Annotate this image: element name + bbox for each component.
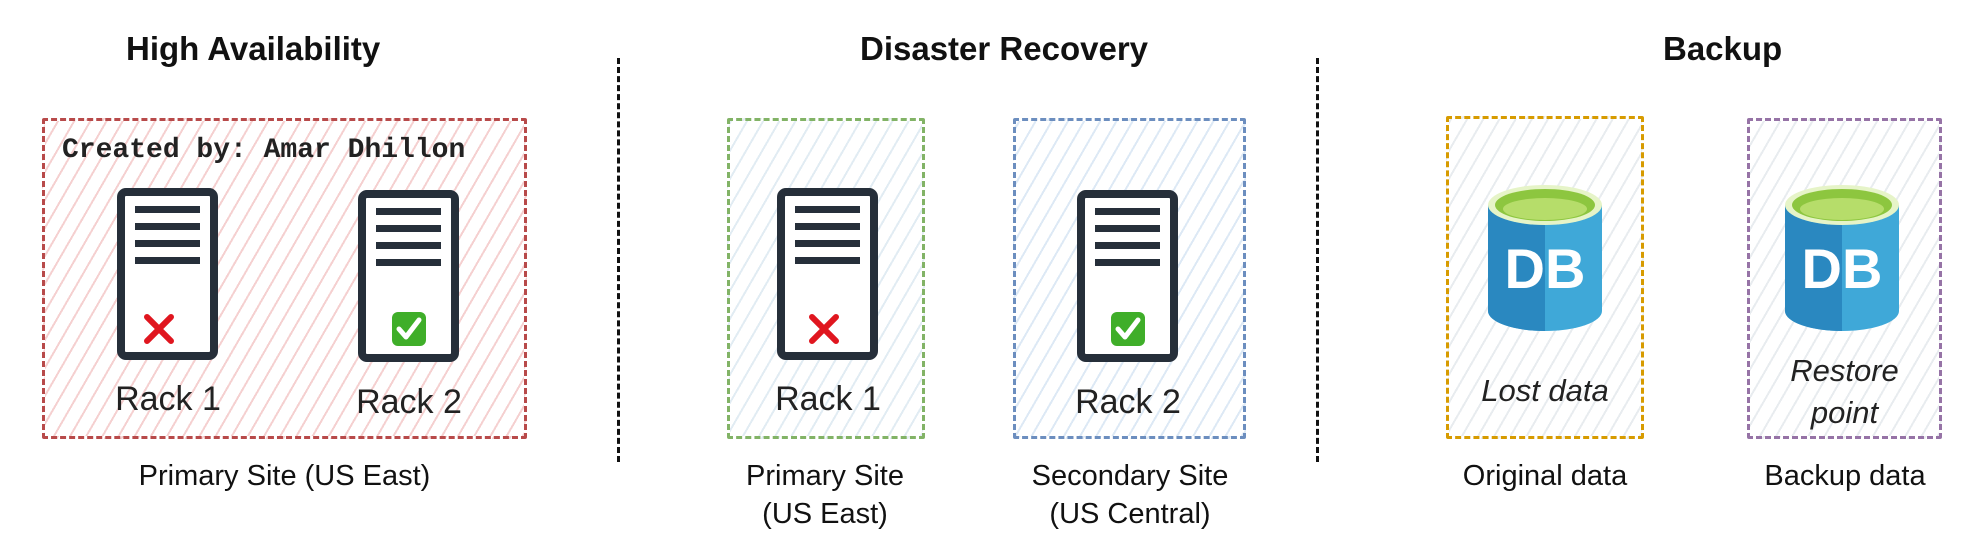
ha-primary-site-caption: Primary Site (US East) xyxy=(138,460,431,492)
dr-secondary-caption-line1: Secondary Site xyxy=(1031,460,1229,492)
heading-high-availability: High Availability xyxy=(126,30,381,67)
dr-rack1-label: Rack 1 xyxy=(775,380,881,418)
dr-primary-site-caption: Primary Site (US East) xyxy=(720,457,930,533)
ha-rack1-label: Rack 1 xyxy=(115,380,221,418)
original-db-label: Lost data xyxy=(1481,373,1609,408)
ha-rack1-red-x-icon xyxy=(144,314,174,344)
section-divider-right xyxy=(1316,58,1319,462)
dr-primary-caption-line2: (US East) xyxy=(762,498,888,530)
backup-restore-caption: Backup data xyxy=(1764,460,1926,492)
dr-secondary-site-caption: Secondary Site (US Central) xyxy=(1010,457,1250,533)
restore-point-label: Restore point xyxy=(1747,350,1942,434)
restore-label-line2: point xyxy=(1810,395,1879,430)
restore-database-icon: DB xyxy=(1785,185,1899,331)
dr-rack2-green-check-icon xyxy=(1111,312,1145,346)
original-db-text: DB xyxy=(1505,237,1586,300)
heading-disaster-recovery: Disaster Recovery xyxy=(860,30,1149,67)
original-database-icon: DB xyxy=(1488,185,1602,331)
restore-db-text: DB xyxy=(1802,237,1883,300)
heading-backup: Backup xyxy=(1663,30,1783,67)
section-divider-left xyxy=(617,58,620,462)
creator-credit: Created by: Amar Dhillon xyxy=(62,135,466,166)
restore-label-line1: Restore xyxy=(1790,353,1899,388)
ha-rack2-label: Rack 2 xyxy=(356,383,462,421)
backup-original-caption: Original data xyxy=(1462,460,1628,492)
ha-rack2-green-check-icon xyxy=(392,312,426,346)
dr-rack1-red-x-icon xyxy=(809,314,839,344)
dr-secondary-caption-line2: (US Central) xyxy=(1049,498,1211,530)
dr-primary-caption-line1: Primary Site xyxy=(746,460,904,492)
dr-rack2-label: Rack 2 xyxy=(1075,383,1181,421)
